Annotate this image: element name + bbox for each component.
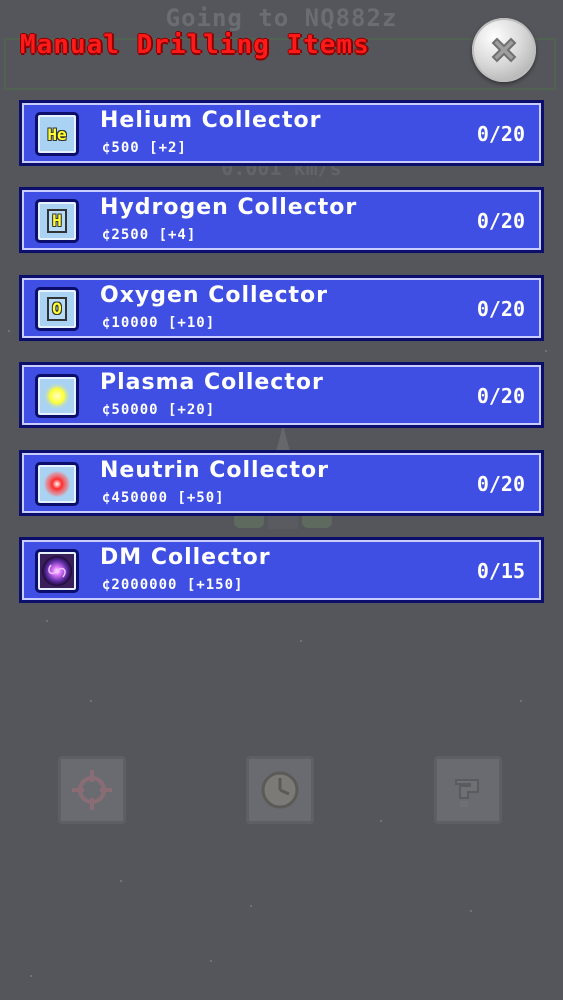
dark-matter-galaxy-icon xyxy=(35,549,79,593)
item-name: Plasma Collector xyxy=(100,370,324,395)
neutrino-orb-icon xyxy=(35,462,79,506)
item-count: 0/20 xyxy=(476,122,525,146)
item-count: 0/15 xyxy=(476,559,525,583)
item-price: ¢2500 [+4] xyxy=(102,227,197,243)
item-name: Helium Collector xyxy=(100,108,322,133)
item-count: 0/20 xyxy=(476,297,525,321)
item-name: Neutrin Collector xyxy=(100,458,330,483)
help-icon xyxy=(455,779,479,807)
item-price: ¢10000 [+10] xyxy=(102,315,216,331)
target-button xyxy=(58,756,126,824)
oxygen-icon: O xyxy=(35,287,79,331)
list-item-neutrin-collector[interactable]: Neutrin Collector ¢450000 [+50] 0/20 xyxy=(19,450,544,516)
item-price: ¢450000 [+50] xyxy=(102,490,225,506)
plasma-orb-icon xyxy=(35,374,79,418)
item-count: 0/20 xyxy=(476,384,525,408)
helium-icon: He xyxy=(35,112,79,156)
target-icon xyxy=(72,770,112,810)
item-price: ¢500 [+2] xyxy=(102,140,187,156)
clock-icon xyxy=(261,771,299,809)
close-button[interactable] xyxy=(472,18,536,82)
destination-text: Going to NQ882z xyxy=(165,4,398,32)
item-name: DM Collector xyxy=(100,545,271,570)
list-item-oxygen-collector[interactable]: O Oxygen Collector ¢10000 [+10] 0/20 xyxy=(19,275,544,341)
clock-button xyxy=(246,756,314,824)
close-icon xyxy=(491,37,517,63)
item-count: 0/20 xyxy=(476,209,525,233)
list-item-dm-collector[interactable]: DM Collector ¢2000000 [+150] 0/15 xyxy=(19,537,544,603)
help-button xyxy=(434,756,502,824)
hydrogen-icon: H xyxy=(35,199,79,243)
list-item-helium-collector[interactable]: He Helium Collector ¢500 [+2] 0/20 xyxy=(19,100,544,166)
item-price: ¢50000 [+20] xyxy=(102,402,216,418)
item-count: 0/20 xyxy=(476,472,525,496)
item-name: Hydrogen Collector xyxy=(100,195,358,220)
panel-title: Manual Drilling Items xyxy=(20,30,370,60)
list-item-plasma-collector[interactable]: Plasma Collector ¢50000 [+20] 0/20 xyxy=(19,362,544,428)
list-item-hydrogen-collector[interactable]: H Hydrogen Collector ¢2500 [+4] 0/20 xyxy=(19,187,544,253)
item-name: Oxygen Collector xyxy=(100,283,329,308)
item-price: ¢2000000 [+150] xyxy=(102,577,244,593)
